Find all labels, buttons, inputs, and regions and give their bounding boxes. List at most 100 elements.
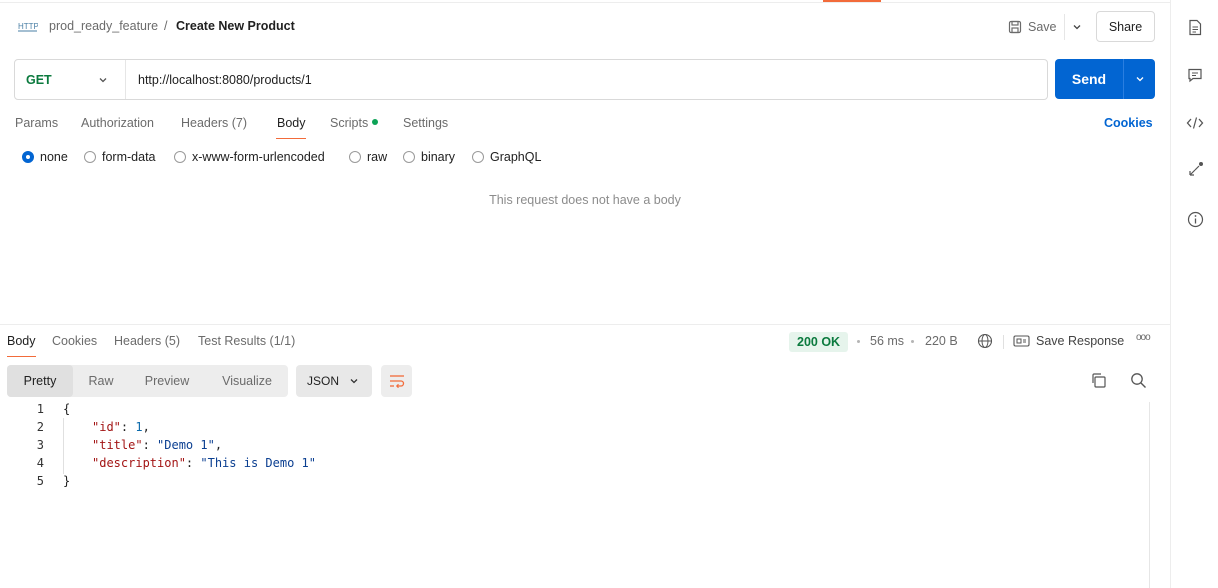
active-response-tab-underline bbox=[7, 356, 36, 357]
radio-form-data-label: form-data bbox=[102, 150, 156, 164]
tab-params[interactable]: Params bbox=[15, 116, 58, 130]
radio-form-data[interactable]: form-data bbox=[84, 150, 156, 164]
meta-separator bbox=[911, 340, 914, 343]
connection-icon bbox=[1189, 162, 1203, 176]
body-mode-radios: none form-data x-www-form-urlencoded raw… bbox=[0, 150, 1170, 168]
meta-divider bbox=[1003, 335, 1004, 349]
json-string: "Demo 1" bbox=[157, 438, 215, 452]
url-input[interactable] bbox=[138, 71, 1018, 89]
tab-body[interactable]: Body bbox=[277, 116, 306, 130]
code-line: 1 { bbox=[0, 402, 1150, 420]
main-panel: HTTP prod_ready_feature / Create New Pro… bbox=[0, 0, 1170, 588]
save-button[interactable]: Save bbox=[1002, 14, 1063, 40]
line-number: 1 bbox=[36, 402, 44, 416]
indent-guide bbox=[63, 418, 64, 474]
view-pretty[interactable]: Pretty bbox=[7, 365, 73, 397]
view-visualize[interactable]: Visualize bbox=[209, 365, 285, 397]
format-select[interactable]: JSON bbox=[296, 365, 372, 397]
chevron-down-icon[interactable] bbox=[97, 74, 109, 86]
tab-settings[interactable]: Settings bbox=[403, 116, 448, 130]
response-view-selector: Pretty Raw Preview Visualize bbox=[7, 365, 288, 397]
save-icon bbox=[1008, 20, 1022, 34]
radio-indicator bbox=[403, 151, 415, 163]
svg-text:HTTP: HTTP bbox=[18, 22, 38, 31]
editor-scrollbar-track[interactable] bbox=[1149, 402, 1150, 588]
globe-icon[interactable] bbox=[977, 333, 993, 349]
response-tab-body[interactable]: Body bbox=[7, 334, 36, 348]
response-tab-cookies[interactable]: Cookies bbox=[52, 334, 97, 348]
code-line: 4 "description": "This is Demo 1" bbox=[0, 456, 1150, 474]
format-label: JSON bbox=[307, 374, 340, 388]
breadcrumb-collection[interactable]: prod_ready_feature bbox=[49, 19, 158, 33]
info-icon bbox=[1187, 211, 1203, 227]
radio-raw-label: raw bbox=[367, 150, 388, 164]
tab-headers[interactable]: Headers (7) bbox=[181, 116, 247, 130]
save-response-icon bbox=[1013, 335, 1030, 347]
cookies-link[interactable]: Cookies bbox=[1104, 116, 1153, 130]
more-options-button[interactable]: ooo bbox=[1136, 332, 1151, 343]
send-button[interactable]: Send bbox=[1055, 59, 1123, 99]
tab-scripts[interactable]: Scripts bbox=[330, 116, 379, 130]
json-key: "id" bbox=[92, 420, 121, 434]
radio-binary-label: binary bbox=[421, 150, 456, 164]
radio-selected-indicator bbox=[22, 151, 34, 163]
radio-none-label: none bbox=[40, 150, 68, 164]
response-tabs: Body Cookies Headers (5) Test Results (1… bbox=[0, 332, 1170, 358]
radio-binary[interactable]: binary bbox=[403, 150, 455, 164]
response-size[interactable]: 220 B bbox=[925, 334, 958, 348]
breadcrumb-separator: / bbox=[164, 19, 168, 33]
line-number: 2 bbox=[36, 420, 44, 434]
url-bar: GET bbox=[14, 59, 1048, 100]
chevron-down-icon bbox=[1073, 25, 1080, 30]
view-preview[interactable]: Preview bbox=[133, 365, 201, 397]
scripts-indicator-dot bbox=[372, 119, 379, 125]
radio-indicator bbox=[84, 151, 96, 163]
response-tab-headers[interactable]: Headers (5) bbox=[114, 334, 180, 348]
request-header: HTTP prod_ready_feature / Create New Pro… bbox=[0, 10, 1170, 44]
top-divider bbox=[0, 2, 1170, 3]
empty-body-message: This request does not have a body bbox=[489, 193, 681, 207]
radio-raw[interactable]: raw bbox=[349, 150, 387, 164]
comments-button[interactable] bbox=[1185, 65, 1205, 85]
radio-indicator bbox=[174, 151, 186, 163]
info-button[interactable] bbox=[1185, 209, 1205, 229]
save-response-button[interactable]: Save Response bbox=[1036, 334, 1124, 348]
wrap-lines-icon bbox=[389, 375, 404, 388]
view-raw[interactable]: Raw bbox=[77, 365, 125, 397]
radio-urlencoded[interactable]: x-www-form-urlencoded bbox=[174, 150, 325, 164]
related-collections-button[interactable] bbox=[1185, 160, 1205, 180]
active-tab-underline bbox=[276, 138, 306, 139]
tab-scripts-label: Scripts bbox=[330, 116, 369, 130]
documentation-button[interactable] bbox=[1185, 17, 1205, 37]
share-button[interactable]: Share bbox=[1096, 11, 1155, 42]
search-icon[interactable] bbox=[1130, 372, 1147, 389]
radio-graphql[interactable]: GraphQL bbox=[472, 150, 541, 164]
code-text: } bbox=[63, 474, 70, 488]
code-text: "description": "This is Demo 1" bbox=[92, 456, 316, 470]
right-sidebar bbox=[1170, 0, 1218, 588]
status-badge[interactable]: 200 OK bbox=[789, 332, 849, 352]
radio-urlencoded-label: x-www-form-urlencoded bbox=[192, 150, 325, 164]
tab-authorization[interactable]: Authorization bbox=[81, 116, 154, 130]
request-tabs: Params Authorization Headers (7) Body Sc… bbox=[0, 114, 1170, 140]
send-options-button[interactable] bbox=[1123, 59, 1155, 99]
wrap-lines-button[interactable] bbox=[381, 365, 412, 397]
line-number: 4 bbox=[36, 456, 44, 470]
method-select[interactable]: GET bbox=[26, 73, 52, 87]
response-tab-test-results[interactable]: Test Results (1/1) bbox=[198, 334, 295, 348]
url-divider bbox=[125, 60, 126, 99]
json-key: "title" bbox=[92, 438, 143, 452]
save-options-button[interactable] bbox=[1064, 14, 1088, 40]
code-snippet-button[interactable] bbox=[1185, 113, 1205, 133]
copy-icon[interactable] bbox=[1090, 372, 1107, 389]
response-time[interactable]: 56 ms bbox=[870, 334, 904, 348]
brace-open: { bbox=[63, 402, 71, 416]
radio-none[interactable]: none bbox=[22, 150, 68, 164]
response-divider[interactable] bbox=[0, 324, 1170, 325]
code-line: 5 } bbox=[0, 474, 1150, 492]
code-line: 2 "id": 1, bbox=[0, 420, 1150, 438]
json-key: "description" bbox=[92, 456, 186, 470]
radio-graphql-label: GraphQL bbox=[490, 150, 542, 164]
radio-indicator bbox=[472, 151, 484, 163]
request-title[interactable]: Create New Product bbox=[176, 19, 295, 33]
